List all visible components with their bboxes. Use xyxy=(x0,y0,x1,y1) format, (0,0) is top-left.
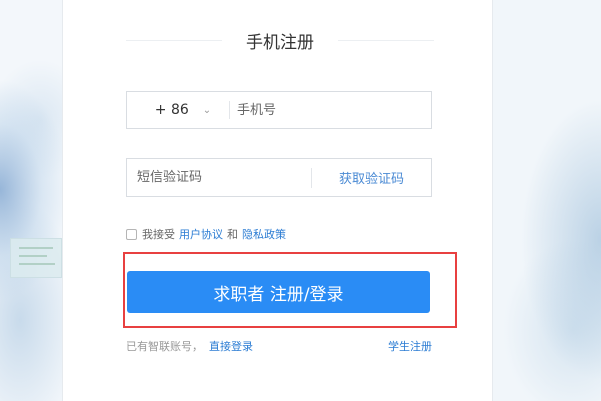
highlight-annotation-box xyxy=(123,252,457,328)
phone-input[interactable] xyxy=(230,92,431,128)
chevron-down-icon: ⌄ xyxy=(202,104,212,116)
user-agreement-link[interactable]: 用户协议 xyxy=(179,226,223,242)
agreement-and-text: 和 xyxy=(227,228,238,241)
register-card: 手机注册 + 86 ⌄ 获取验证码 我接受 用户协议 和 隐私政策 求职者 注册… xyxy=(62,0,493,401)
background-illustration-card xyxy=(10,238,62,278)
sms-code-input[interactable] xyxy=(127,159,311,196)
sms-field-group: 获取验证码 xyxy=(126,158,432,197)
background-right-decoration xyxy=(493,0,601,401)
page-title: 手机注册 xyxy=(246,32,314,53)
existing-account-text: 已有智联账号， xyxy=(126,340,203,353)
footer-row: 已有智联账号， 直接登录 学生注册 xyxy=(126,338,432,354)
title-row: 手机注册 xyxy=(126,28,434,53)
student-register-link[interactable]: 学生注册 xyxy=(388,338,432,354)
background-left-decoration xyxy=(0,0,62,401)
illustration-line xyxy=(19,263,55,265)
agreement-row: 我接受 用户协议 和 隐私政策 xyxy=(126,226,286,242)
country-code-value: + 86 xyxy=(154,102,189,118)
country-code-select[interactable]: + 86 ⌄ xyxy=(127,102,229,118)
privacy-policy-link[interactable]: 隐私政策 xyxy=(242,226,286,242)
title-divider-right xyxy=(338,39,434,41)
direct-login-link[interactable]: 直接登录 xyxy=(209,338,253,354)
illustration-line xyxy=(19,247,53,249)
get-code-button[interactable]: 获取验证码 xyxy=(312,168,431,187)
illustration-line xyxy=(19,255,47,257)
agreement-checkbox[interactable] xyxy=(126,228,137,240)
agreement-prefix-text: 我接受 xyxy=(142,228,175,241)
title-divider-left xyxy=(126,39,222,41)
phone-field-group: + 86 ⌄ xyxy=(126,91,432,129)
